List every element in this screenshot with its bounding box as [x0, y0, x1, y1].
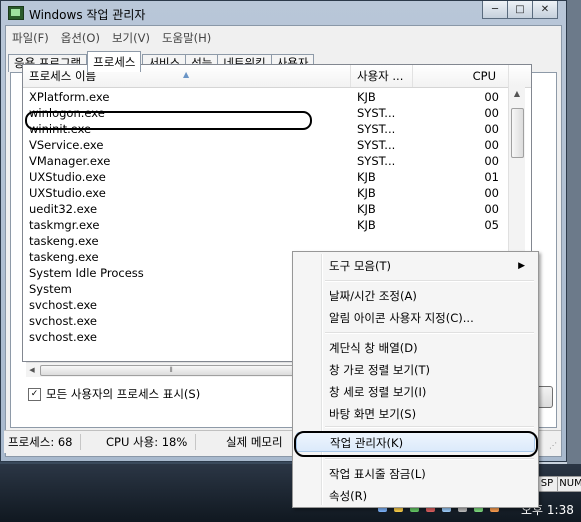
- maximize-button[interactable]: □: [508, 1, 533, 19]
- context-menu-item-label: 알림 아이콘 사용자 지정(C)...: [329, 311, 474, 325]
- task-manager-app-icon: [8, 6, 24, 20]
- vertical-scroll-thumb[interactable]: [511, 108, 524, 158]
- close-button[interactable]: ✕: [533, 1, 558, 19]
- context-menu-item-show-windows-stacked[interactable]: 창 가로 정렬 보기(T): [296, 360, 535, 380]
- menu-separator: [325, 426, 534, 428]
- context-menu-item-show-desktop[interactable]: 바탕 화면 보기(S): [296, 404, 535, 424]
- process-user: KJB: [357, 218, 376, 232]
- context-menu-item-customize-notification-icons[interactable]: 알림 아이콘 사용자 지정(C)...: [296, 308, 535, 328]
- menu-bar: 파일(F) 옵션(O) 보기(V) 도움말(H): [6, 28, 217, 46]
- process-user: SYST...: [357, 106, 396, 120]
- context-menu-item-label: 창 세로 정렬 보기(I): [329, 385, 427, 399]
- submenu-arrow-icon: ▶: [518, 261, 525, 271]
- menu-file[interactable]: 파일(F): [6, 28, 55, 46]
- process-cpu: 00: [484, 186, 499, 200]
- process-user: SYST...: [357, 154, 396, 168]
- process-user: KJB: [357, 202, 376, 216]
- process-row[interactable]: taskmgr.exe KJB 05: [23, 217, 531, 233]
- process-user: KJB: [357, 90, 376, 104]
- process-name: taskeng.exe: [29, 250, 99, 264]
- process-name: UXStudio.exe: [29, 170, 106, 184]
- process-name: uedit32.exe: [29, 202, 98, 216]
- process-name: taskeng.exe: [29, 234, 99, 248]
- task-manager-annotation-circle: [294, 431, 538, 457]
- context-menu-item-show-windows-side-by-side[interactable]: 창 세로 정렬 보기(I): [296, 382, 535, 402]
- process-name: System: [29, 282, 72, 296]
- context-menu-item-label: 날짜/시간 조정(A): [329, 289, 417, 303]
- process-name: System Idle Process: [29, 266, 144, 280]
- process-name: XPlatform.exe: [29, 90, 110, 104]
- process-cpu: 00: [484, 90, 499, 104]
- xplatform-annotation-circle: [25, 111, 312, 130]
- resize-grip-icon[interactable]: ⋰: [549, 441, 559, 451]
- window-title: Windows 작업 관리자: [29, 8, 146, 22]
- menu-separator: [325, 332, 534, 334]
- process-cpu: 00: [484, 154, 499, 168]
- process-row[interactable]: uedit32.exe KJB 00: [23, 201, 531, 217]
- process-cpu: 00: [484, 202, 499, 216]
- scroll-left-arrow-icon[interactable]: ◀: [26, 363, 38, 377]
- status-process-count: 프로세스: 68: [8, 434, 82, 450]
- process-cpu: 00: [484, 106, 499, 120]
- show-all-users-checkbox[interactable]: ✓: [28, 387, 41, 401]
- menu-help[interactable]: 도움말(H): [156, 28, 217, 46]
- process-row[interactable]: VManager.exe SYST... 00: [23, 153, 531, 169]
- show-all-users-option[interactable]: ✓ 모든 사용자의 프로세스 표시(S): [28, 386, 200, 402]
- process-row[interactable]: XPlatform.exe KJB 00: [23, 89, 531, 105]
- process-name: taskmgr.exe: [29, 218, 100, 232]
- process-row[interactable]: taskeng.exe: [23, 233, 531, 249]
- menu-separator: [325, 458, 534, 460]
- window-controls: ─ □ ✕: [482, 1, 558, 19]
- tab-processes[interactable]: 프로세스: [87, 51, 142, 72]
- process-name: UXStudio.exe: [29, 186, 106, 200]
- process-cpu: 00: [484, 138, 499, 152]
- process-name: svchost.exe: [29, 298, 98, 312]
- sort-ascending-icon: ▲: [183, 70, 190, 79]
- process-name: svchost.exe: [29, 330, 98, 344]
- status-memory: 실제 메모리: [226, 435, 283, 449]
- show-all-users-label: 모든 사용자의 프로세스 표시(S): [46, 387, 201, 401]
- horizontal-scroll-thumb[interactable]: ⦀: [40, 365, 302, 376]
- num-lock-indicator: NUM: [557, 476, 581, 492]
- scroll-up-arrow-icon[interactable]: ▲: [509, 86, 525, 102]
- context-menu-item-label: 속성(R): [329, 489, 368, 503]
- process-cpu: 05: [484, 218, 499, 232]
- column-header-name-label: 프로세스 이름: [29, 69, 97, 83]
- process-cpu: 00: [484, 122, 499, 136]
- title-bar[interactable]: Windows 작업 관리자 ─ □ ✕: [1, 1, 566, 25]
- status-cpu-usage: CPU 사용: 18%: [106, 434, 197, 450]
- menu-separator: [325, 280, 534, 282]
- process-row[interactable]: UXStudio.exe KJB 01: [23, 169, 531, 185]
- process-name: svchost.exe: [29, 314, 98, 328]
- context-menu-item-toolbars[interactable]: 도구 모음(T) ▶: [296, 256, 535, 276]
- menu-options[interactable]: 옵션(O): [55, 28, 106, 46]
- minimize-button[interactable]: ─: [482, 1, 508, 19]
- caps-indicator: SP: [536, 476, 558, 492]
- desktop-edge: [567, 0, 581, 470]
- taskbar-context-menu: 도구 모음(T) ▶ 날짜/시간 조정(A) 알림 아이콘 사용자 지정(C)... 계…: [292, 251, 539, 508]
- process-row[interactable]: VService.exe SYST... 00: [23, 137, 531, 153]
- column-header-user[interactable]: 사용자 ...: [351, 65, 413, 87]
- context-menu-item-label: 창 가로 정렬 보기(T): [329, 363, 431, 377]
- process-user: KJB: [357, 186, 376, 200]
- menu-view[interactable]: 보기(V): [106, 28, 156, 46]
- process-user: KJB: [357, 170, 376, 184]
- context-menu-item-properties[interactable]: 속성(R): [296, 486, 535, 506]
- column-header-cpu[interactable]: CPU: [413, 65, 509, 87]
- process-list-horizontal-scrollbar[interactable]: ◀ ⦀: [26, 362, 302, 377]
- process-name: VManager.exe: [29, 154, 111, 168]
- process-row[interactable]: UXStudio.exe KJB 00: [23, 185, 531, 201]
- process-name: VService.exe: [29, 138, 104, 152]
- context-menu-item-label: 바탕 화면 보기(S): [329, 407, 417, 421]
- column-header-name[interactable]: 프로세스 이름 ▲: [23, 65, 351, 87]
- process-user: SYST...: [357, 138, 396, 152]
- context-menu-item-label: 계단식 창 배열(D): [329, 341, 418, 355]
- context-menu-item-label: 작업 표시줄 잠금(L): [329, 467, 426, 481]
- context-menu-item-lock-taskbar[interactable]: 작업 표시줄 잠금(L): [296, 464, 535, 484]
- process-cpu: 01: [484, 170, 499, 184]
- process-user: SYST...: [357, 122, 396, 136]
- context-menu-item-adjust-datetime[interactable]: 날짜/시간 조정(A): [296, 286, 535, 306]
- context-menu-item-label: 도구 모음(T): [329, 259, 391, 273]
- context-menu-item-cascade-windows[interactable]: 계단식 창 배열(D): [296, 338, 535, 358]
